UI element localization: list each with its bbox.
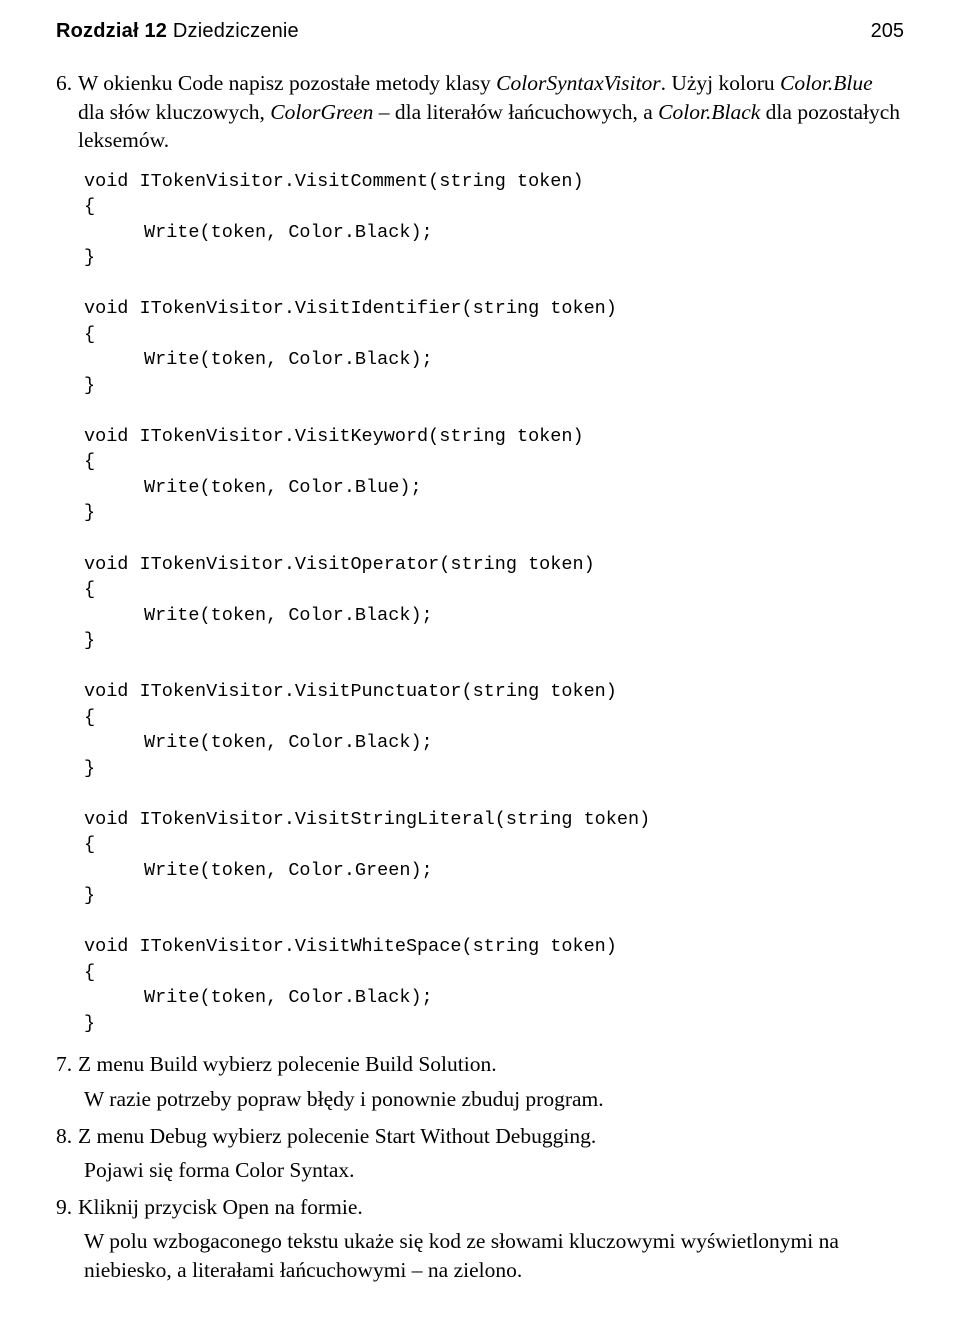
step-6-text-3: dla słów kluczowych, <box>78 100 270 124</box>
step-9: 9. Kliknij przycisk Open na formie. <box>56 1193 904 1222</box>
body: 6. W okienku Code napisz pozostałe metod… <box>56 69 904 1284</box>
step-8-line2: Pojawi się forma Color Syntax. <box>84 1158 355 1182</box>
step-9-line2: W polu wzbogaconego tekstu ukaże się kod… <box>84 1229 839 1282</box>
code-l3: Write(token, Color.Black); <box>144 220 433 246</box>
step-6-class-1: ColorSyntaxVisitor <box>496 71 660 95</box>
step-7-line2: W razie potrzeby popraw błędy i ponownie… <box>84 1087 604 1111</box>
code-l8: Write(token, Color.Black); <box>144 347 433 373</box>
code-l2: { <box>84 196 95 217</box>
step-8-sub: Pojawi się forma Color Syntax. <box>84 1156 904 1185</box>
code-l16: void ITokenVisitor.VisitOperator(string … <box>84 554 595 575</box>
code-l14: } <box>84 502 95 523</box>
code-l13: Write(token, Color.Blue); <box>144 475 422 501</box>
code-l18: Write(token, Color.Black); <box>144 603 433 629</box>
code-l7: { <box>84 324 95 345</box>
step-9-num: 9. <box>56 1193 78 1222</box>
code-l33: Write(token, Color.Black); <box>144 985 433 1011</box>
code-l31: void ITokenVisitor.VisitWhiteSpace(strin… <box>84 936 617 957</box>
code-l26: void ITokenVisitor.VisitStringLiteral(st… <box>84 809 650 830</box>
code-l6: void ITokenVisitor.VisitIdentifier(strin… <box>84 298 617 319</box>
step-6-text-2: . Użyj koloru <box>661 71 780 95</box>
step-9-sub: W polu wzbogaconego tekstu ukaże się kod… <box>84 1227 904 1284</box>
step-8-body: Z menu Debug wybierz polecenie Start Wit… <box>78 1122 904 1151</box>
step-7-sub: W razie potrzeby popraw błędy i ponownie… <box>84 1085 904 1114</box>
step-7-body: Z menu Build wybierz polecenie Build Sol… <box>78 1050 904 1079</box>
step-7: 7. Z menu Build wybierz polecenie Build … <box>56 1050 904 1079</box>
step-7-num: 7. <box>56 1050 78 1079</box>
page-number: 205 <box>871 20 904 43</box>
step-6-text-1: W okienku Code napisz pozostałe metody k… <box>78 71 496 95</box>
step-9-line1: Kliknij przycisk Open na formie. <box>78 1195 363 1219</box>
step-6: 6. W okienku Code napisz pozostałe metod… <box>56 69 904 155</box>
code-l34: } <box>84 1013 95 1034</box>
step-6-num: 6. <box>56 69 78 155</box>
step-6-body: W okienku Code napisz pozostałe metody k… <box>78 69 904 155</box>
step-8: 8. Z menu Debug wybierz polecenie Start … <box>56 1122 904 1151</box>
step-7-line1: Z menu Build wybierz polecenie Build Sol… <box>78 1052 497 1076</box>
header-left: Rozdział 12 Dziedziczenie <box>56 20 299 43</box>
code-l22: { <box>84 707 95 728</box>
code-l1: void ITokenVisitor.VisitComment(string t… <box>84 171 584 192</box>
code-l28: Write(token, Color.Green); <box>144 858 433 884</box>
code-l32: { <box>84 962 95 983</box>
code-l21: void ITokenVisitor.VisitPunctuator(strin… <box>84 681 617 702</box>
step-8-line1: Z menu Debug wybierz polecenie Start Wit… <box>78 1124 596 1148</box>
code-l19: } <box>84 630 95 651</box>
code-l29: } <box>84 885 95 906</box>
step-6-color-3: Color.Black <box>658 100 760 124</box>
chapter-label: Rozdział 12 <box>56 20 167 42</box>
code-block: void ITokenVisitor.VisitComment(string t… <box>84 169 904 1037</box>
step-8-num: 8. <box>56 1122 78 1151</box>
step-6-color-2: ColorGreen <box>270 100 373 124</box>
code-l4: } <box>84 247 95 268</box>
code-l24: } <box>84 758 95 779</box>
code-l17: { <box>84 579 95 600</box>
page-container: Rozdział 12 Dziedziczenie 205 6. W okien… <box>0 0 960 1324</box>
code-l23: Write(token, Color.Black); <box>144 730 433 756</box>
code-l12: { <box>84 451 95 472</box>
step-6-text-4: – dla literałów łańcuchowych, a <box>373 100 658 124</box>
chapter-title: Dziedziczenie <box>173 20 299 42</box>
code-l9: } <box>84 375 95 396</box>
code-l11: void ITokenVisitor.VisitKeyword(string t… <box>84 426 584 447</box>
step-6-color-1: Color.Blue <box>780 71 873 95</box>
page-header: Rozdział 12 Dziedziczenie 205 <box>56 20 904 43</box>
step-9-body: Kliknij przycisk Open na formie. <box>78 1193 904 1222</box>
code-l27: { <box>84 834 95 855</box>
